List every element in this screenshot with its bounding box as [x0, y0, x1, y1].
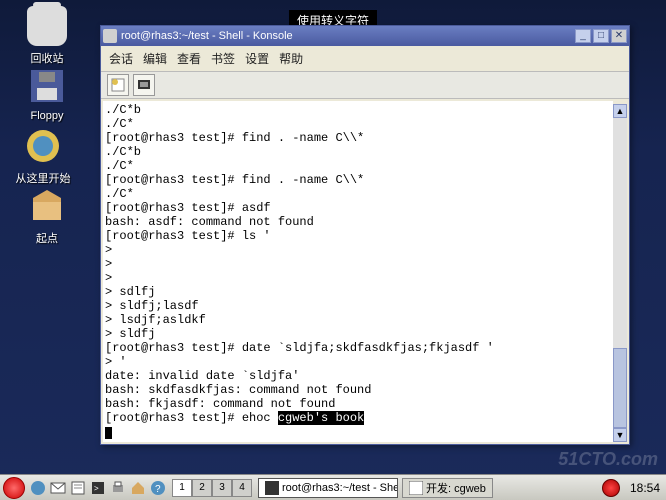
taskbar: > ? 1 2 3 4 root@rhas3:~/test - Shell - …	[0, 474, 666, 500]
clock: 18:54	[630, 481, 660, 495]
watermark: 51CTO.com	[558, 449, 658, 470]
pager: 1 2 3 4	[172, 479, 252, 497]
menu-settings[interactable]: 设置	[245, 50, 269, 67]
terminal-cursor	[105, 427, 112, 439]
tray-help-icon[interactable]: ?	[149, 479, 167, 497]
scroll-down-icon[interactable]: ▼	[613, 428, 627, 442]
titlebar[interactable]: root@rhas3:~/test - Shell - Konsole _ □ …	[101, 26, 629, 46]
trash-icon	[27, 6, 67, 46]
desktop-icon-start-here[interactable]: 从这里开始	[8, 126, 78, 186]
terminal-icon	[265, 481, 279, 495]
tray-mail-icon[interactable]	[49, 479, 67, 497]
screen-button[interactable]	[133, 74, 155, 96]
window-icon	[409, 481, 423, 495]
desktop-icon-floppy[interactable]: Floppy	[12, 66, 82, 122]
tray-print-icon[interactable]	[109, 479, 127, 497]
tray-globe-icon[interactable]	[29, 479, 47, 497]
close-button[interactable]: ✕	[611, 29, 627, 43]
tray-home-icon[interactable]	[129, 479, 147, 497]
scrollbar[interactable]: ▲ ▼	[613, 104, 627, 442]
konsole-window: root@rhas3:~/test - Shell - Konsole _ □ …	[100, 25, 630, 445]
minimize-button[interactable]: _	[575, 29, 591, 43]
menu-help[interactable]: 帮助	[279, 50, 303, 67]
tray-editor-icon[interactable]	[69, 479, 87, 497]
maximize-button[interactable]: □	[593, 29, 609, 43]
home-folder-icon	[27, 186, 67, 226]
scroll-up-icon[interactable]: ▲	[613, 104, 627, 118]
record-button[interactable]	[602, 479, 620, 497]
new-session-button[interactable]	[107, 74, 129, 96]
pager-2[interactable]: 2	[192, 479, 212, 497]
task-button-dev[interactable]: 开发: cgweb	[402, 478, 493, 498]
pager-4[interactable]: 4	[232, 479, 252, 497]
floppy-icon	[27, 66, 67, 106]
menu-edit[interactable]: 编辑	[143, 50, 167, 67]
menu-session[interactable]: 会话	[109, 50, 133, 67]
start-button[interactable]	[3, 477, 25, 499]
window-app-icon	[103, 29, 117, 43]
globe-icon	[23, 126, 63, 166]
terminal-selection: cgweb's book	[278, 411, 364, 425]
svg-text:?: ?	[155, 484, 161, 495]
menu-bookmarks[interactable]: 书签	[211, 50, 235, 67]
task-button-konsole[interactable]: root@rhas3:~/test - Shell - Ko	[258, 478, 398, 498]
pager-1[interactable]: 1	[172, 479, 192, 497]
scroll-thumb[interactable]	[613, 348, 627, 428]
desktop-icon-trash[interactable]: 回收站	[12, 6, 82, 66]
menu-view[interactable]: 查看	[177, 50, 201, 67]
menubar: 会话 编辑 查看 书签 设置 帮助	[101, 46, 629, 71]
window-title: root@rhas3:~/test - Shell - Konsole	[121, 30, 573, 42]
toolbar	[101, 71, 629, 99]
svg-text:>: >	[94, 484, 99, 493]
desktop-icon-home[interactable]: 起点	[12, 186, 82, 246]
terminal[interactable]: ./C*b ./C* [root@rhas3 test]# find . -na…	[103, 101, 613, 442]
pager-3[interactable]: 3	[212, 479, 232, 497]
tray-terminal-icon[interactable]: >	[89, 479, 107, 497]
